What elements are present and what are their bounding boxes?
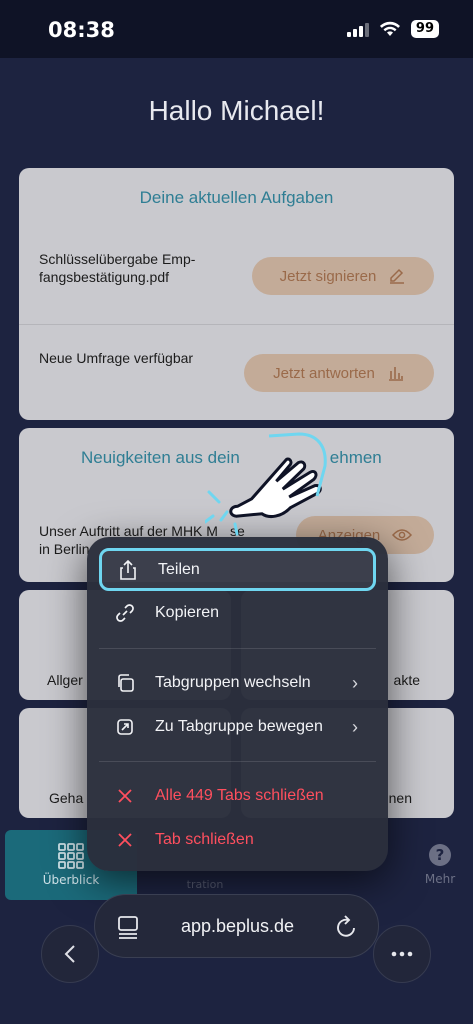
cellular-signal-icon	[346, 21, 369, 37]
tasks-divider	[19, 324, 454, 325]
menu-item-label: Kopieren	[155, 604, 220, 621]
chevron-left-icon	[64, 945, 75, 963]
tab-overview-label: Überblick	[42, 873, 100, 887]
menu-item-switch-tab-groups[interactable]: Tabgruppen wechseln ›	[99, 663, 376, 703]
menu-item-label: Zu Tabgruppe bewegen	[155, 718, 323, 735]
menu-item-move-to-group[interactable]: Zu Tabgruppe bewegen ›	[99, 707, 376, 747]
tasks-card-title: Deine aktuellen Aufgaben	[139, 188, 334, 207]
menu-item-label: Alle 449 Tabs schließen	[155, 787, 324, 804]
menu-separator	[99, 761, 376, 762]
close-icon	[105, 832, 145, 848]
tile-label: nen	[388, 790, 412, 806]
close-icon	[105, 788, 145, 804]
reload-icon[interactable]	[336, 915, 358, 939]
move-to-group-icon	[105, 718, 145, 736]
help-icon: ?	[429, 844, 451, 866]
menu-item-close-tab[interactable]: Tab schließen	[99, 820, 376, 860]
chevron-right-icon: ›	[352, 672, 358, 693]
menu-item-copy[interactable]: Kopieren	[99, 593, 376, 633]
tab-administration-label: tration	[186, 878, 224, 891]
sign-now-button[interactable]: Jetzt signieren	[252, 257, 434, 295]
status-time: 08:38	[48, 18, 115, 42]
more-dots-icon	[391, 951, 413, 957]
answer-now-button[interactable]: Jetzt antworten	[244, 354, 434, 392]
tab-context-menu: Teilen Kopieren Tabgruppen wechseln › Zu…	[87, 537, 388, 871]
answer-now-label: Jetzt antworten	[273, 364, 375, 382]
sign-now-label: Jetzt signieren	[279, 267, 377, 285]
battery-indicator: 99	[410, 20, 439, 38]
tab-more-label: Mehr	[424, 872, 456, 886]
tab-groups-icon	[105, 674, 145, 692]
task-item-text: Neue Umfrage verfügbar	[39, 350, 194, 366]
menu-item-close-all-tabs[interactable]: Alle 449 Tabs schließen	[99, 776, 376, 816]
share-icon	[108, 559, 148, 580]
tasks-card: Deine aktuellen Aufgaben Schlüsselüberga…	[19, 168, 454, 420]
wifi-icon	[379, 21, 400, 36]
pointing-hand-icon	[205, 432, 327, 536]
pencil-icon	[390, 268, 405, 284]
tile-label: Allger	[47, 672, 83, 688]
menu-item-label: Tabgruppen wechseln	[155, 674, 311, 691]
bar-chart-icon	[388, 367, 403, 381]
status-icons: 99	[346, 20, 439, 38]
chevron-right-icon: ›	[352, 716, 358, 737]
menu-item-label: Teilen	[158, 560, 200, 578]
grid-icon	[58, 843, 84, 869]
back-button[interactable]	[41, 925, 99, 983]
address-bar[interactable]: app.beplus.de	[94, 894, 379, 958]
menu-item-label: Tab schließen	[155, 831, 254, 848]
tab-more[interactable]: ? Mehr	[420, 844, 460, 886]
task-item-text: Schlüsselübergabe Emp- fangsbestätigung.…	[39, 251, 196, 285]
link-icon	[105, 603, 145, 623]
tile-label: Geha	[49, 790, 84, 806]
tile-label: akte	[393, 672, 420, 688]
status-bar: 08:38 99	[0, 0, 473, 58]
menu-separator	[99, 648, 376, 649]
more-button[interactable]	[373, 925, 431, 983]
eye-icon	[392, 529, 413, 541]
greeting-title: Hallo Michael!	[148, 95, 325, 126]
